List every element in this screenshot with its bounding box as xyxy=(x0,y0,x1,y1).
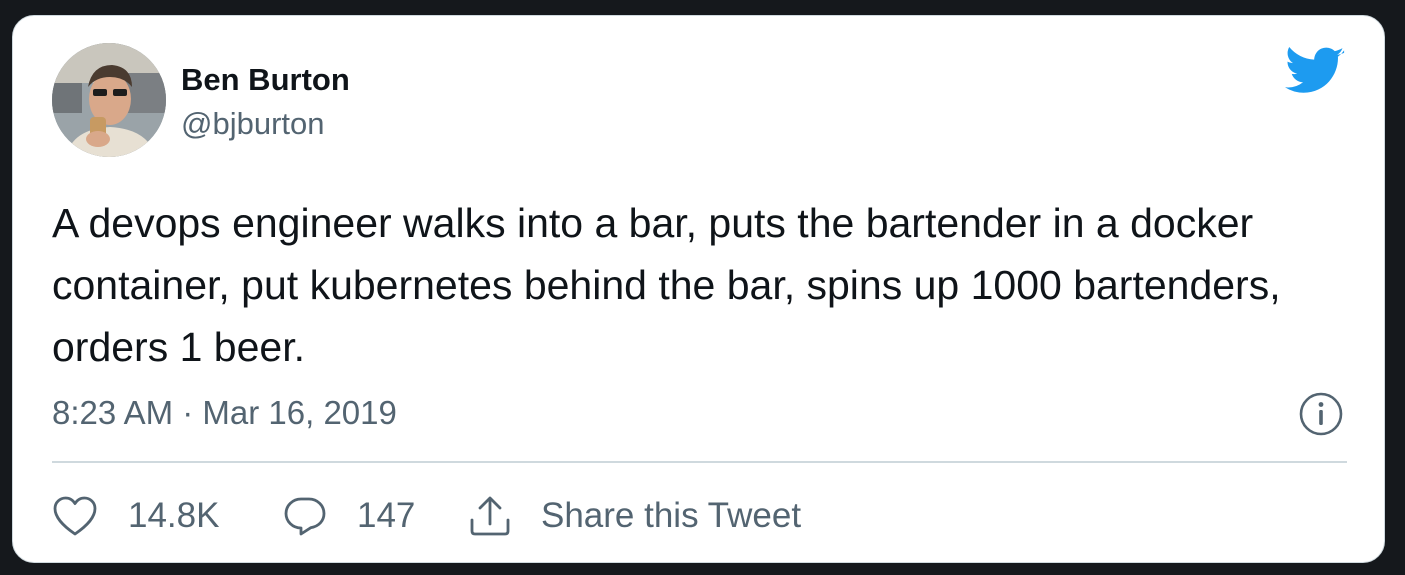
tweet-card: Ben Burton @bjburton A devops engineer w… xyxy=(12,15,1385,563)
author-handle[interactable]: @bjburton xyxy=(181,106,325,142)
share-tweet-button[interactable]: Share this Tweet xyxy=(467,492,801,540)
info-icon[interactable] xyxy=(1298,391,1344,437)
avatar[interactable] xyxy=(52,43,166,157)
tweet-timestamp[interactable]: 8:23 AM · Mar 16, 2019 xyxy=(52,394,397,432)
share-label: Share this Tweet xyxy=(541,496,802,535)
like-count: 14.8K xyxy=(128,496,220,535)
like-button[interactable]: 14.8K xyxy=(52,492,219,540)
author-name[interactable]: Ben Burton xyxy=(181,62,350,98)
tweet-text: A devops engineer walks into a bar, puts… xyxy=(52,200,1281,370)
heart-icon xyxy=(53,496,97,536)
divider xyxy=(52,461,1347,463)
twitter-bird-icon[interactable] xyxy=(1285,47,1345,97)
reply-button[interactable]: 147 xyxy=(283,492,415,540)
reply-count: 147 xyxy=(357,496,416,535)
share-upload-icon xyxy=(470,496,510,536)
speech-bubble-icon xyxy=(284,497,326,536)
